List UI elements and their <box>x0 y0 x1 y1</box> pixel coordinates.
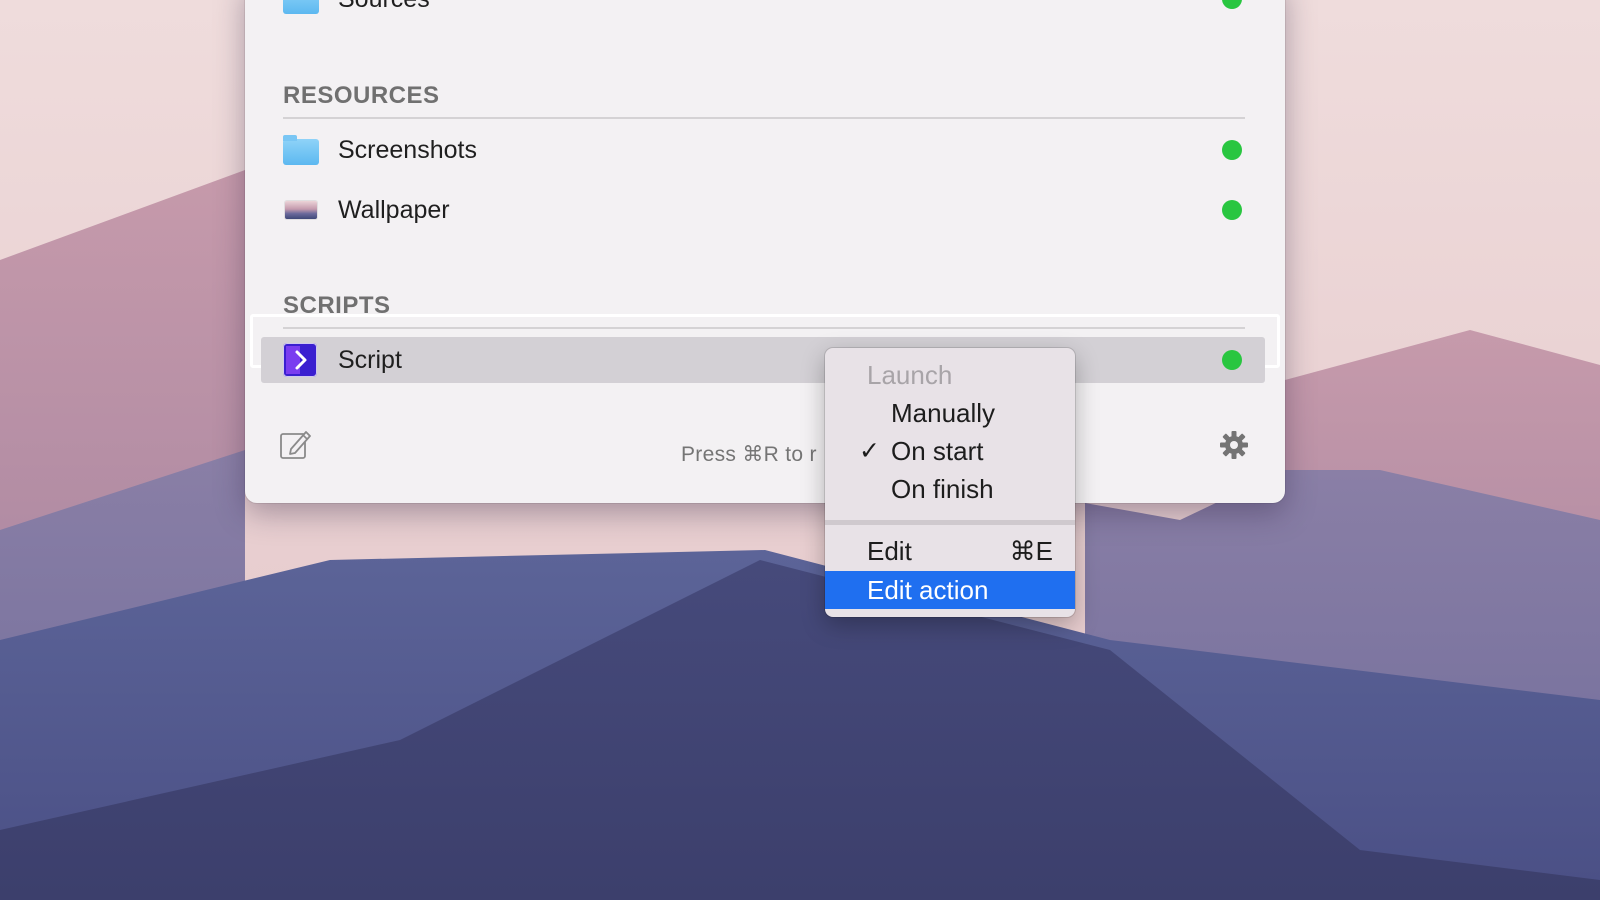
script-icon <box>283 343 319 377</box>
list-item-label: Screenshots <box>338 136 477 164</box>
list-item-label: Sources <box>338 0 430 13</box>
menu-item-on-start[interactable]: ✓ On start <box>825 432 1075 470</box>
footer-hint: Press ⌘R to r <box>681 443 817 466</box>
menu-separator <box>825 520 1075 525</box>
status-dot <box>1222 0 1242 9</box>
list-item-screenshots[interactable]: Screenshots <box>261 127 1265 173</box>
shortcut-label: ⌘E <box>1009 536 1053 566</box>
checkmark-icon: ✓ <box>859 437 880 465</box>
menu-item-manually[interactable]: Manually <box>825 394 1075 432</box>
edit-icon[interactable] <box>279 428 311 460</box>
context-menu: Launch Manually ✓ On start On finish Edi… <box>825 348 1075 617</box>
status-dot <box>1222 200 1242 220</box>
selection-highlight <box>261 337 1265 383</box>
list-item-sources[interactable]: Sources <box>261 0 1265 22</box>
section-divider <box>283 117 1245 119</box>
list-item-label: Wallpaper <box>338 196 450 224</box>
list-item-wallpaper[interactable]: Wallpaper <box>261 187 1265 233</box>
list-item-label: Script <box>338 346 402 374</box>
menu-header-launch: Launch <box>867 360 953 390</box>
status-dot <box>1222 140 1242 160</box>
gear-icon[interactable] <box>1219 430 1249 460</box>
image-icon <box>283 195 319 225</box>
status-dot <box>1222 350 1242 370</box>
section-title-resources: RESOURCES <box>283 82 440 109</box>
folder-icon <box>283 0 319 14</box>
menu-item-edit[interactable]: Edit ⌘E <box>825 532 1075 570</box>
list-item-script[interactable]: Script <box>261 337 1265 383</box>
menu-item-edit-action[interactable]: Edit action <box>825 571 1075 609</box>
folder-icon <box>283 135 319 165</box>
menu-item-on-finish[interactable]: On finish <box>825 470 1075 508</box>
app-panel: Sources RESOURCES Screenshots Wallpaper … <box>245 0 1285 503</box>
